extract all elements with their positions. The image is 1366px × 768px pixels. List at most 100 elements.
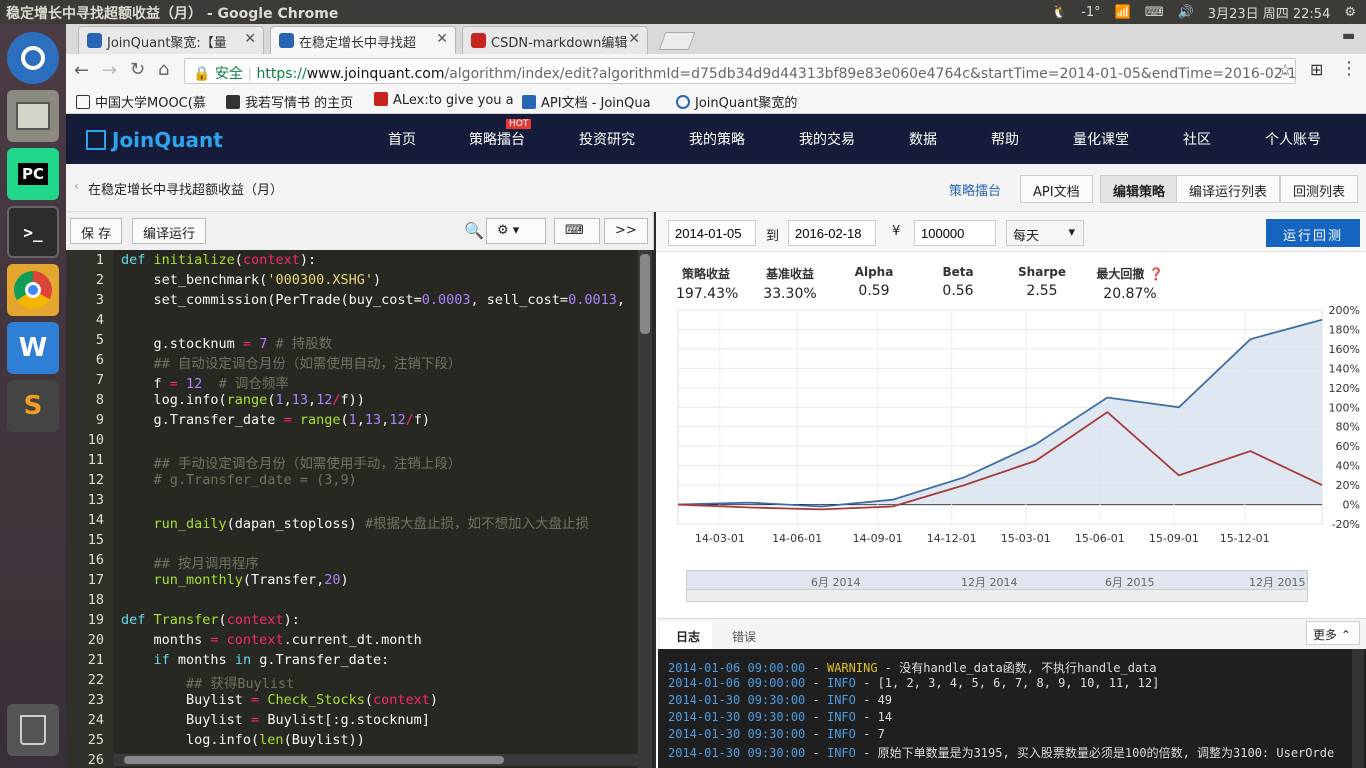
tux-icon[interactable]: 🐧 [1051, 5, 1067, 20]
files-icon[interactable] [7, 90, 59, 142]
stat-label: Alpha [854, 265, 894, 279]
stat-strategy-return: 策略收益 197.43% [676, 265, 738, 302]
forward-icon[interactable]: → [102, 60, 117, 81]
csdn-favicon-icon [374, 92, 388, 106]
save-button[interactable]: 保 存 [70, 218, 123, 244]
bookmark-favicon-icon [76, 95, 90, 109]
nav-community[interactable]: 社区 [1183, 129, 1211, 149]
reload-icon[interactable]: ↻ [130, 59, 145, 80]
star-icon[interactable]: ☆ [1278, 60, 1292, 79]
tab-label: CSDN-markdown编辑 [491, 36, 628, 51]
arena-link[interactable]: 策略擂台 [949, 180, 1001, 199]
nav-research[interactable]: 投资研究 [579, 129, 635, 149]
x-tick-label: 15-09-01 [1149, 532, 1199, 545]
run-backtest-button[interactable]: 运行回测 [1266, 219, 1360, 247]
log-scrollbar[interactable] [1352, 649, 1364, 768]
returns-chart[interactable]: 200% 180% 160% 140% 120% 100% 80% 60% 40% 20% 0% -2… [656, 304, 1366, 558]
tab-log[interactable]: 日志 [660, 621, 712, 650]
vertical-scrollbar[interactable] [638, 250, 652, 768]
nav-my-trade[interactable]: 我的交易 [799, 129, 855, 149]
help-icon[interactable]: ❓ [1149, 267, 1164, 281]
log-output[interactable]: 2014-01-06 09:00:00 - WARNING - 没有handle… [658, 649, 1366, 768]
frequency-select[interactable]: 每天 ▾ [1006, 220, 1084, 246]
trash-icon[interactable] [7, 704, 59, 756]
nav-classroom[interactable]: 量化课堂 [1073, 129, 1129, 149]
log-line: 2014-01-06 09:00:00 - WARNING - 没有handle… [668, 661, 1157, 675]
code-line: Buylist = Check_Stocks(context) [121, 692, 439, 708]
navigator-scrollbar[interactable] [687, 589, 1307, 601]
tab-backtest-list[interactable]: 回测列表 [1280, 175, 1359, 203]
tab-strategy[interactable]: 在稳定增长中寻找超 ✕ [270, 26, 456, 54]
close-icon[interactable]: ✕ [244, 31, 256, 47]
tab-error[interactable]: 错误 [732, 628, 756, 645]
nav-arena[interactable]: 策略擂台 [469, 129, 525, 149]
x-tick-label: 15-12-01 [1220, 532, 1270, 545]
tab-label: JoinQuant聚宽:【量 [107, 36, 227, 51]
api-doc-button[interactable]: API文档 [1020, 175, 1093, 203]
expand-button[interactable]: >> [604, 218, 648, 244]
chevron-up-icon: ⌃ [1340, 628, 1351, 642]
nav-home[interactable]: 首页 [388, 129, 416, 149]
close-icon[interactable]: ✕ [436, 31, 448, 47]
end-date-input[interactable] [788, 220, 876, 246]
volume-icon[interactable]: 🔊 [1178, 5, 1194, 20]
stat-label: 基准收益 [765, 267, 814, 281]
nav-help[interactable]: 帮助 [991, 129, 1019, 149]
code-line: log.info(range(1,13,12/f)) [121, 392, 365, 408]
nav-label: 6月 2015 [1105, 576, 1155, 589]
chart-navigator[interactable]: 6月 2014 12月 2014 6月 2015 12月 2015 [686, 570, 1308, 602]
keyboard-indicator-icon[interactable]: ⌨ [1145, 5, 1164, 20]
bookmark-api-doc[interactable]: API文档 - JoinQua [522, 92, 662, 111]
menu-icon[interactable]: ⋮ [1340, 58, 1358, 79]
gear-icon: ⚙ ▾ [497, 223, 520, 238]
clock[interactable]: 3月23日 周四 22:54 [1208, 3, 1331, 22]
compile-run-button[interactable]: 编译运行 [132, 218, 207, 244]
bookmark-joinquant[interactable]: JoinQuant聚宽的 [676, 92, 816, 111]
extension-icon[interactable]: ⊞ [1310, 60, 1323, 79]
address-bar[interactable]: 🔒 安全 | https://www.joinquant.com/algorit… [184, 58, 1296, 84]
breadcrumb[interactable]: 在稳定增长中寻找超额收益（月） [88, 179, 283, 198]
minimize-icon[interactable]: ▬ [1342, 28, 1355, 44]
capital-input[interactable] [914, 220, 996, 246]
line-number: 21 [87, 652, 104, 668]
nav-label: 6月 2014 [811, 576, 861, 589]
wps-icon[interactable]: W [7, 322, 59, 374]
weather-temperature[interactable]: -1° [1081, 5, 1100, 20]
logo[interactable]: JoinQuant [86, 128, 223, 152]
log-line: 2014-01-30 09:30:00 - INFO - 7 [668, 727, 885, 741]
terminal-icon[interactable]: >_ [7, 206, 59, 258]
tab-joinquant-article[interactable]: JoinQuant聚宽:【量 ✕ [78, 26, 264, 54]
stat-beta: Beta 0.56 [928, 265, 988, 299]
tab-compile-list[interactable]: 编译运行列表 [1176, 175, 1281, 203]
code-editor[interactable]: 1 2 3 4 5 6 7 8 9 10 11 12 13 14 15 16 17 18 19 20 21 22 23 24 2… [66, 250, 654, 768]
breadcrumb-bar: ‹ 在稳定增长中寻找超额收益（月） 策略擂台 API文档 编辑策略 编译运行列表… [66, 164, 1366, 212]
search-icon[interactable]: 🔍 [464, 221, 484, 240]
back-icon[interactable]: ← [74, 60, 89, 81]
bookmark-love-letter[interactable]: 我若写情书 的主页 [226, 92, 366, 111]
tab-label: 在稳定增长中寻找超 [299, 36, 417, 51]
keyboard-icon[interactable]: ⌨ [554, 218, 600, 244]
bookmark-mooc[interactable]: 中国大学MOOC(慕 [76, 92, 216, 111]
chevron-left-icon[interactable]: ‹ [74, 179, 79, 193]
pycharm-icon[interactable]: PC [7, 148, 59, 200]
ubuntu-icon[interactable] [7, 32, 59, 84]
start-date-input[interactable] [668, 220, 756, 246]
y-tick-label: 80% [1336, 421, 1360, 434]
bookmark-alex[interactable]: ALex:to give you a [374, 92, 514, 108]
sublime-icon[interactable]: S [7, 380, 59, 432]
tab-edit-strategy[interactable]: 编辑策略 [1100, 175, 1179, 203]
gear-icon[interactable]: ⚙ [1344, 5, 1356, 20]
wifi-icon[interactable]: 📶 [1115, 5, 1131, 20]
nav-data[interactable]: 数据 [909, 129, 937, 149]
nav-account[interactable]: 个人账号 [1265, 129, 1321, 149]
more-button[interactable]: 更多 ⌃ [1306, 621, 1360, 645]
nav-my-strategy[interactable]: 我的策略 [689, 129, 745, 149]
new-tab-button[interactable] [658, 32, 696, 50]
home-icon[interactable]: ⌂ [158, 59, 169, 80]
line-number: 24 [87, 712, 104, 728]
close-icon[interactable]: ✕ [628, 31, 640, 47]
horizontal-scrollbar[interactable] [114, 754, 638, 766]
settings-dropdown[interactable]: ⚙ ▾ [486, 218, 546, 244]
tab-csdn[interactable]: CSDN-markdown编辑 ✕ [462, 26, 648, 54]
chrome-icon[interactable] [7, 264, 59, 316]
